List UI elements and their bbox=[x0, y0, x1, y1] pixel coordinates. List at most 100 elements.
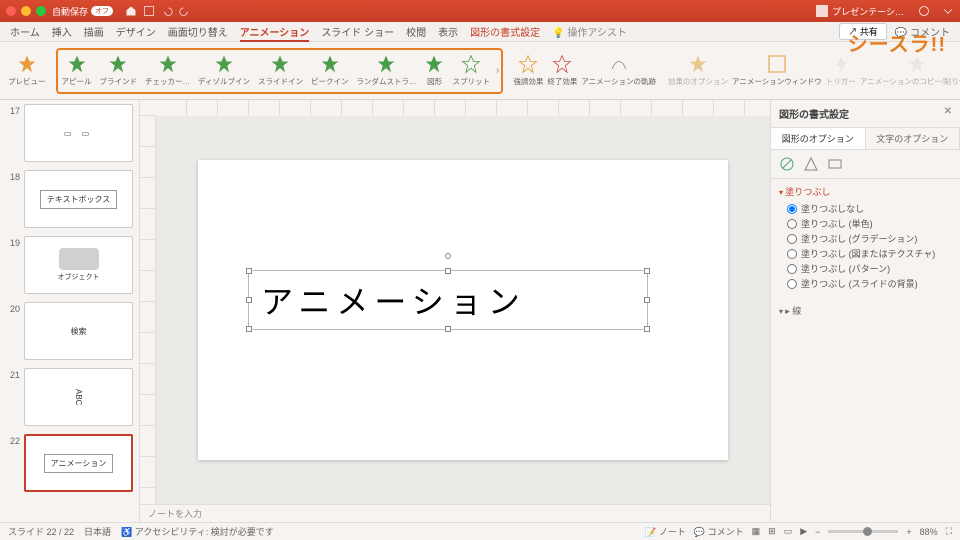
trigger[interactable]: トリガー bbox=[826, 54, 856, 87]
slide-stage[interactable]: アニメーション bbox=[156, 116, 770, 504]
animation-gallery[interactable]: アピール ブラインド チェッカー… ディゾルブイン スライドイン ピークイン ラ… bbox=[56, 48, 504, 94]
thumb-17[interactable]: ▭ ▭ bbox=[24, 104, 133, 162]
anim-checker[interactable]: チェッカー… bbox=[145, 54, 190, 87]
emphasis-effects[interactable]: 強調効果 bbox=[513, 54, 543, 87]
fill-line-icon[interactable] bbox=[779, 156, 795, 172]
animation-painter[interactable]: アニメーションのコピー/貼り付け bbox=[860, 54, 960, 87]
view-slideshow-icon[interactable]: ▶ bbox=[800, 526, 807, 537]
view-reading-icon[interactable]: ▭ bbox=[784, 526, 793, 537]
home-icon[interactable] bbox=[125, 5, 137, 17]
autosave-toggle[interactable]: 自動保存 オフ bbox=[52, 5, 113, 18]
notes-toggle[interactable]: 📝 ノート bbox=[645, 525, 686, 538]
thumb-20[interactable]: 検索 bbox=[24, 302, 133, 360]
selected-textbox[interactable]: アニメーション bbox=[248, 270, 648, 330]
motion-paths[interactable]: アニメーションの軌跡 bbox=[581, 54, 656, 87]
tab-animations[interactable]: アニメーション bbox=[240, 24, 310, 39]
zoom-level[interactable]: 88% bbox=[920, 527, 938, 537]
tab-draw[interactable]: 描画 bbox=[84, 24, 104, 39]
resize-handle-tm[interactable] bbox=[445, 268, 451, 274]
anim-peekin[interactable]: ピークイン bbox=[311, 54, 349, 87]
view-sorter-icon[interactable]: ⊞ bbox=[768, 526, 776, 537]
shape-options-tab[interactable]: 図形のオプション bbox=[771, 128, 866, 149]
panel-close-icon[interactable]: ✕ bbox=[944, 106, 952, 121]
resize-handle-ml[interactable] bbox=[246, 297, 252, 303]
undo-icon[interactable] bbox=[161, 5, 173, 17]
line-section[interactable]: ▸ 線 bbox=[779, 304, 952, 317]
preview-button[interactable]: プレビュー bbox=[8, 54, 46, 87]
fill-picture[interactable]: 塗りつぶし (図またはテクスチャ) bbox=[787, 247, 952, 260]
resize-handle-tr[interactable] bbox=[644, 268, 650, 274]
tab-design[interactable]: デザイン bbox=[116, 24, 156, 39]
exit-effects[interactable]: 終了効果 bbox=[547, 54, 577, 87]
save-icon[interactable] bbox=[143, 5, 155, 17]
language[interactable]: 日本語 bbox=[84, 525, 111, 538]
effects-icon[interactable] bbox=[803, 156, 819, 172]
slide-counter[interactable]: スライド 22 / 22 bbox=[8, 525, 74, 538]
anim-shape[interactable]: 図形 bbox=[424, 54, 444, 87]
maximize-window-icon[interactable] bbox=[36, 6, 46, 16]
size-props-icon[interactable] bbox=[827, 156, 843, 172]
slide-thumbnails[interactable]: 17▭ ▭ 18テキストボックス 19オブジェクト 20検索 21ABC 22ア… bbox=[0, 100, 140, 522]
anim-appear[interactable]: アピール bbox=[62, 54, 92, 87]
resize-handle-tl[interactable] bbox=[246, 268, 252, 274]
quick-access-toolbar bbox=[125, 5, 810, 17]
anim-slidein[interactable]: スライドイン bbox=[258, 54, 303, 87]
fill-none[interactable]: 塗りつぶしなし bbox=[787, 202, 952, 215]
rotate-handle[interactable] bbox=[445, 253, 451, 259]
textbox-content: アニメーション bbox=[261, 277, 526, 323]
presentation-icon bbox=[816, 5, 828, 17]
tab-home[interactable]: ホーム bbox=[10, 24, 40, 39]
panel-title: 図形の書式設定 bbox=[779, 106, 849, 121]
slide[interactable]: アニメーション bbox=[198, 160, 728, 460]
resize-handle-bl[interactable] bbox=[246, 326, 252, 332]
zoom-out-icon[interactable]: − bbox=[815, 527, 820, 537]
view-normal-icon[interactable]: ▦ bbox=[752, 526, 761, 537]
anim-split[interactable]: スプリット bbox=[452, 54, 490, 87]
fill-section[interactable]: 塗りつぶし bbox=[779, 185, 952, 198]
window-controls bbox=[6, 6, 46, 16]
fill-gradient[interactable]: 塗りつぶし (グラデーション) bbox=[787, 232, 952, 245]
text-options-tab[interactable]: 文字のオプション bbox=[866, 128, 960, 149]
thumb-18[interactable]: テキストボックス bbox=[24, 170, 133, 228]
zoom-in-icon[interactable]: + bbox=[906, 527, 911, 537]
tab-view[interactable]: 表示 bbox=[438, 24, 458, 39]
autosave-label: 自動保存 bbox=[52, 5, 88, 18]
tab-slideshow[interactable]: スライド ショー bbox=[321, 24, 394, 39]
thumb-21[interactable]: ABC bbox=[24, 368, 133, 426]
fill-solid[interactable]: 塗りつぶし (単色) bbox=[787, 217, 952, 230]
close-window-icon[interactable] bbox=[6, 6, 16, 16]
tab-shape-format[interactable]: 図形の書式設定 bbox=[470, 24, 540, 39]
resize-handle-mr[interactable] bbox=[644, 297, 650, 303]
autosave-state: オフ bbox=[91, 6, 113, 16]
thumb-19[interactable]: オブジェクト bbox=[24, 236, 133, 294]
thumb-22[interactable]: アニメーション bbox=[24, 434, 133, 492]
anim-blinds[interactable]: ブラインド bbox=[100, 54, 138, 87]
sync-icon[interactable] bbox=[918, 5, 930, 17]
fit-window-icon[interactable]: ⛶ bbox=[946, 526, 952, 537]
brand-watermark: シースラ!! bbox=[848, 28, 946, 57]
tab-insert[interactable]: 挿入 bbox=[52, 24, 72, 39]
redo-icon[interactable] bbox=[179, 5, 191, 17]
anim-dissolve[interactable]: ディゾルブイン bbox=[198, 54, 250, 87]
gallery-more-icon[interactable]: › bbox=[496, 65, 499, 76]
tab-transitions[interactable]: 画面切り替え bbox=[168, 24, 228, 39]
anim-random[interactable]: ランダムストラ… bbox=[356, 54, 416, 87]
ribbon-options-icon[interactable] bbox=[942, 5, 954, 17]
main-area: 17▭ ▭ 18テキストボックス 19オブジェクト 20検索 21ABC 22ア… bbox=[0, 100, 960, 522]
resize-handle-bm[interactable] bbox=[445, 326, 451, 332]
fill-slidebg[interactable]: 塗りつぶし (スライドの背景) bbox=[787, 277, 952, 290]
comments-toggle[interactable]: 💬 コメント bbox=[694, 525, 744, 538]
effect-options[interactable]: 効果のオプション bbox=[668, 54, 728, 87]
tell-me[interactable]: 💡 操作アシスト bbox=[552, 24, 627, 39]
animation-pane[interactable]: アニメーションウィンドウ bbox=[732, 54, 822, 87]
resize-handle-br[interactable] bbox=[644, 326, 650, 332]
fill-pattern[interactable]: 塗りつぶし (パターン) bbox=[787, 262, 952, 275]
notes-placeholder[interactable]: ノートを入力 bbox=[140, 504, 770, 522]
zoom-slider[interactable] bbox=[828, 530, 898, 533]
ribbon-tabs: ホーム 挿入 描画 デザイン 画面切り替え アニメーション スライド ショー 校… bbox=[0, 22, 960, 42]
document-title[interactable]: プレゼンテーシ… bbox=[816, 5, 904, 18]
tab-review[interactable]: 校閲 bbox=[406, 24, 426, 39]
minimize-window-icon[interactable] bbox=[21, 6, 31, 16]
accessibility-status[interactable]: ♿ アクセシビリティ: 検討が必要です bbox=[121, 525, 274, 538]
ribbon: プレビュー アピール ブラインド チェッカー… ディゾルブイン スライドイン ピ… bbox=[0, 42, 960, 100]
